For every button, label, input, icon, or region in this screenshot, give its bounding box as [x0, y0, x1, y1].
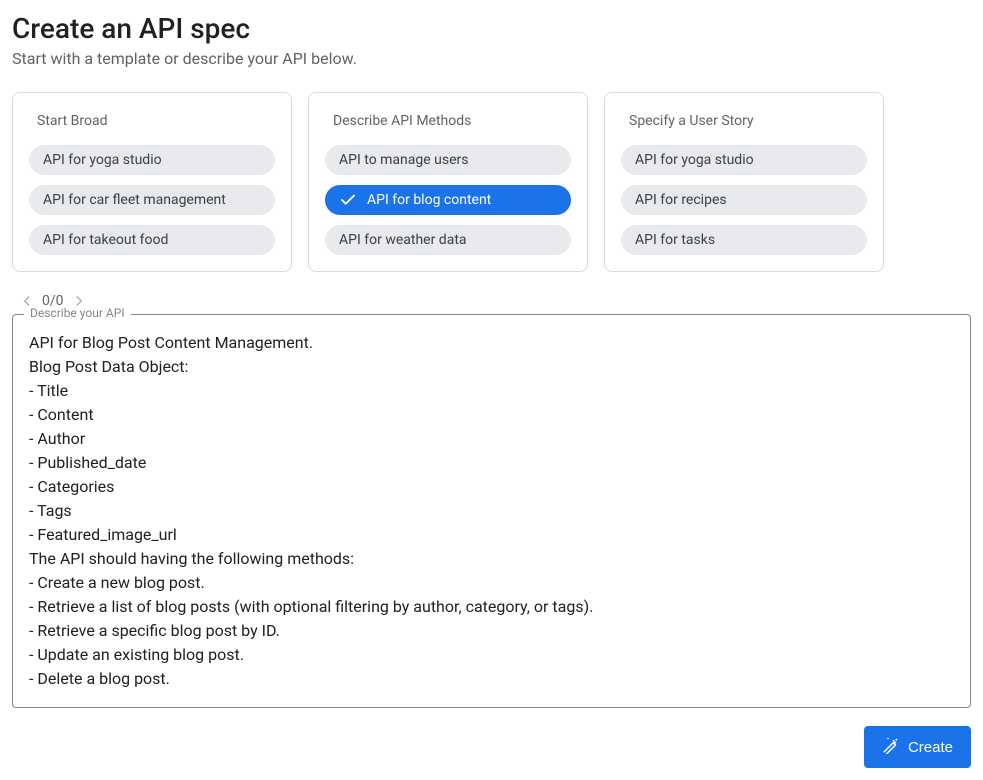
page-subtitle: Start with a template or describe your A… [12, 49, 971, 68]
card-title: Specify a User Story [621, 113, 867, 129]
template-card: Start Broad API for yoga studio API for ca… [12, 92, 292, 272]
footer: Create [12, 726, 971, 768]
chip-label: API for blog content [367, 192, 491, 208]
template-chip[interactable]: API to manage users [325, 145, 571, 175]
chip-label: API for recipes [635, 192, 727, 208]
describe-api-input[interactable]: API for Blog Post Content Management. Bl… [12, 314, 971, 708]
create-button[interactable]: Create [864, 726, 971, 768]
chip-label: API for takeout food [43, 232, 168, 248]
card-title: Describe API Methods [325, 113, 571, 129]
template-chip[interactable]: API for tasks [621, 225, 867, 255]
describe-api-field-wrap: Describe your API API for Blog Post Cont… [12, 314, 971, 708]
chip-label: API for yoga studio [43, 152, 162, 168]
template-chip[interactable]: API for car fleet management [29, 185, 275, 215]
chip-label: API for car fleet management [43, 192, 226, 208]
template-chip[interactable]: API for yoga studio [621, 145, 867, 175]
template-chip[interactable]: API for yoga studio [29, 145, 275, 175]
template-chip[interactable]: API for takeout food [29, 225, 275, 255]
template-chip[interactable]: API for blog content [325, 185, 571, 215]
chip-label: API for tasks [635, 232, 715, 248]
template-card: Specify a User Story API for yoga studio A… [604, 92, 884, 272]
template-cards-row: Start Broad API for yoga studio API for ca… [12, 92, 971, 272]
chip-label: API for yoga studio [635, 152, 754, 168]
template-chip[interactable]: API for weather data [325, 225, 571, 255]
describe-api-label: Describe your API [24, 306, 131, 320]
check-icon [339, 191, 357, 209]
page-title: Create an API spec [12, 12, 971, 45]
chip-label: API to manage users [339, 152, 468, 168]
template-card: Describe API Methods API to manage users A… [308, 92, 588, 272]
card-title: Start Broad [29, 113, 275, 129]
create-button-label: Create [908, 739, 953, 756]
magic-pen-icon [882, 736, 900, 758]
chip-label: API for weather data [339, 232, 467, 248]
pager: 0/0 [12, 292, 971, 310]
template-chip[interactable]: API for recipes [621, 185, 867, 215]
